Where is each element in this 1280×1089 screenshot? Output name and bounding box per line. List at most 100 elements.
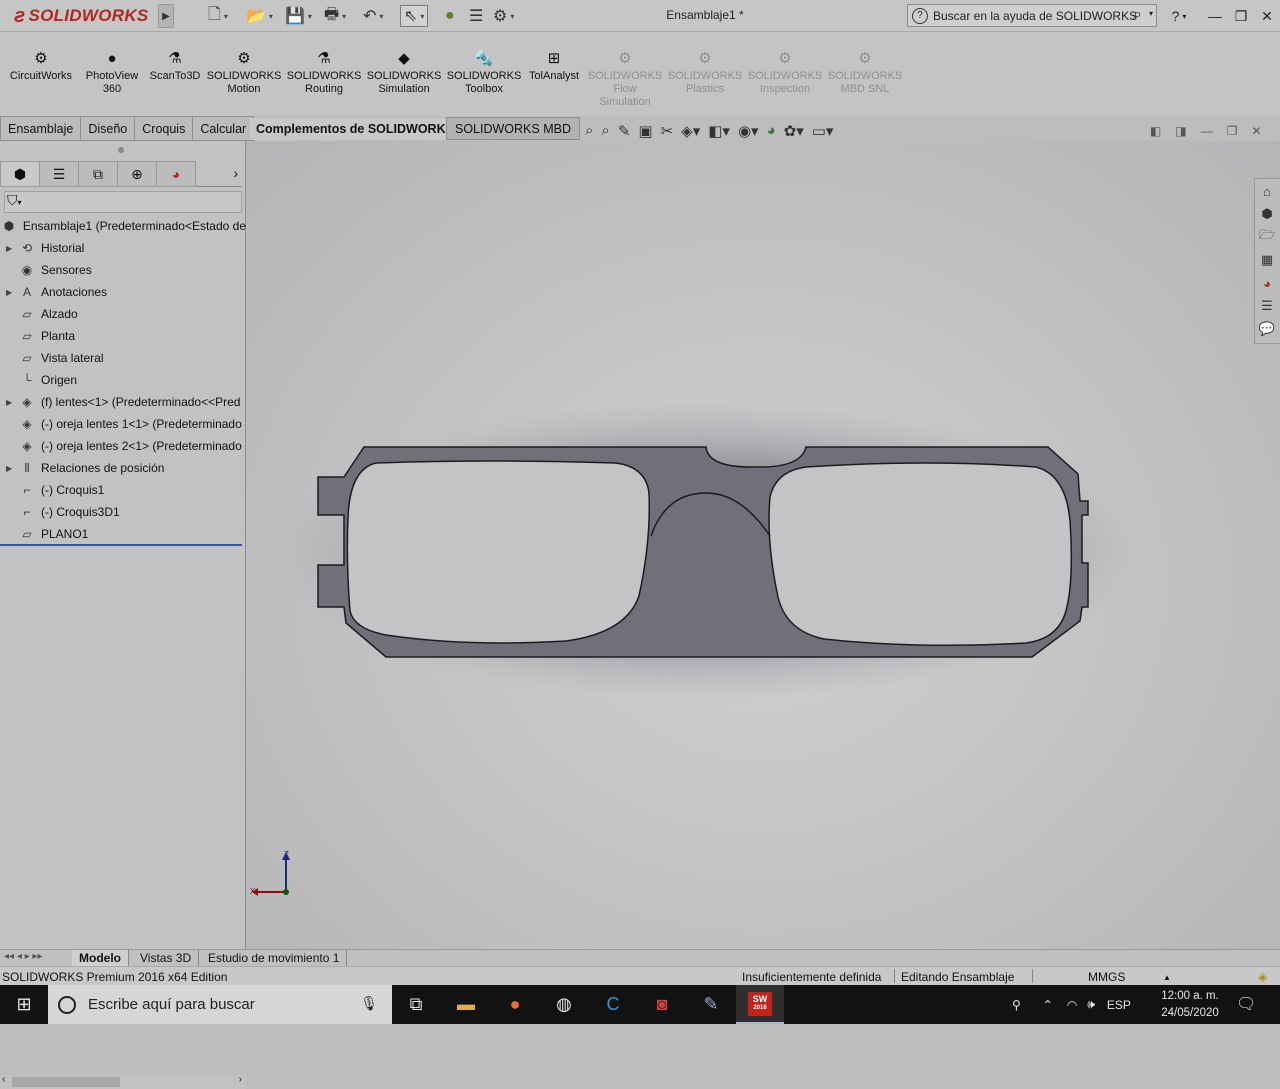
ccleaner-icon[interactable]: C [589, 985, 637, 1024]
graphics-area[interactable] [246, 141, 1280, 949]
file-explorer-icon[interactable]: 🗁 [1255, 226, 1279, 248]
tree-item[interactable]: ⬢ Ensamblaje1 (Predeterminado<Estado de [0, 215, 246, 237]
tab-estudio-movimiento[interactable]: Estudio de movimiento 1 [201, 950, 348, 966]
filter-icon[interactable]: ⛉▾ [4, 191, 242, 213]
undo-icon[interactable]: ↶ ▾ [363, 5, 383, 27]
expand-arrow-icon[interactable]: ▶ [6, 288, 18, 297]
expand-arrow-icon[interactable]: ▶ [6, 464, 18, 473]
property-manager-tab-icon[interactable]: ☰ [39, 161, 79, 187]
windows-start-icon[interactable]: ⊞ [0, 985, 48, 1024]
tree-item[interactable]: ▱ Alzado [0, 303, 246, 325]
tray-chevron-up-icon[interactable]: ⌃ [1043, 998, 1053, 1012]
tree-item[interactable]: ▶ A Anotaciones [0, 281, 246, 303]
cmd-plastics-button[interactable]: ⚙ SOLIDWORKS Plastics [668, 48, 743, 128]
forum-icon[interactable]: 💬 [1255, 318, 1279, 340]
wifi-icon[interactable]: ◠ [1067, 998, 1077, 1012]
tree-item[interactable]: ▱ Vista lateral [0, 347, 246, 369]
horizontal-scrollbar[interactable]: ‹ › [0, 1074, 246, 1089]
viewport-close-button[interactable]: ✕ [1251, 124, 1261, 138]
tab-nav-icon[interactable]: ◂◂ ◂ ▸ ▸▸ [4, 951, 42, 962]
cmd-toolbox-button[interactable]: 🔩 SOLIDWORKS Toolbox [447, 48, 522, 128]
scrollbar-thumb[interactable] [12, 1077, 120, 1087]
cmd-tolanalyst-button[interactable]: ⊞ TolAnalyst [529, 48, 579, 128]
print-icon[interactable]: 🖶 ▾ [324, 5, 346, 27]
language-indicator[interactable]: ESP [1107, 998, 1131, 1012]
viewport-minimize-button[interactable]: — [1201, 124, 1213, 138]
tab-vistas-3d[interactable]: Vistas 3D [133, 950, 200, 966]
search-icon[interactable]: ⌕ [1133, 6, 1142, 24]
expand-arrow-icon[interactable]: ▶ [6, 244, 18, 253]
tab-croquis[interactable]: Croquis [134, 116, 194, 141]
chevron-right-icon[interactable]: › [233, 165, 238, 181]
task-view-icon[interactable]: ⧉ [392, 985, 440, 1024]
notifications-icon[interactable]: 🗨 [1236, 994, 1256, 1014]
dimxpert-tab-icon[interactable]: ⊕ [117, 161, 157, 187]
people-icon[interactable]: ⚲ [1012, 998, 1021, 1012]
design-library-icon[interactable]: ⬢ [1255, 203, 1279, 225]
chevron-up-icon[interactable]: ▲ [1163, 969, 1171, 985]
expand-arrow-icon[interactable]: ▶ [6, 398, 18, 407]
firefox-icon[interactable]: ● [491, 985, 539, 1024]
display-manager-tab-icon[interactable]: ◕ [156, 161, 196, 187]
solidworks-logo[interactable]: ƨ SOLIDWORKS [0, 0, 158, 32]
configuration-manager-tab-icon[interactable]: ⧉ [78, 161, 118, 187]
view-palette-icon[interactable]: ▦ [1255, 249, 1279, 271]
units-selector[interactable]: MMGS [1088, 969, 1125, 985]
select-icon[interactable]: ⇖ ▾ [400, 5, 429, 27]
tree-item[interactable]: └ Origen [0, 369, 246, 391]
properties-icon[interactable]: ☰ [469, 5, 483, 27]
tab-calcular[interactable]: Calcular [192, 116, 255, 141]
tree-item[interactable]: ⌐ (-) Croquis3D1 [0, 501, 246, 523]
tab-diseno[interactable]: Diseño [80, 116, 136, 141]
minimize-button[interactable]: — [1204, 6, 1226, 26]
rollback-bar[interactable] [0, 544, 242, 546]
new-icon[interactable]: 🗋 ▾ [208, 5, 228, 27]
cmd-flow-button[interactable]: ⚙ SOLIDWORKS Flow Simulation [588, 48, 663, 128]
menu-expand-button[interactable]: ▶ [158, 4, 174, 28]
taskbar-search-input[interactable]: Escribe aquí para buscar 🎙 [48, 985, 392, 1024]
tree-item[interactable]: ▶ ◈ (f) lentes<1> (Predeterminado<<Pred [0, 391, 246, 413]
open-icon[interactable]: 📂 ▾ [246, 5, 273, 27]
close-button[interactable]: ✕ [1256, 6, 1278, 26]
app-icon[interactable]: ◙ [638, 985, 686, 1024]
clock[interactable]: 12:00 a. m. 24/05/2020 [1150, 988, 1230, 1022]
tree-item[interactable]: ◈ (-) oreja lentes 2<1> (Predeterminado [0, 435, 246, 457]
tree-item[interactable]: ◉ Sensores [0, 259, 246, 281]
tree-item[interactable]: ▱ PLANO1 [0, 523, 246, 545]
tree-item[interactable]: ⌐ (-) Croquis1 [0, 479, 246, 501]
rebuild-tag-icon[interactable]: ◈ [1258, 969, 1267, 985]
restore-button[interactable]: ❐ [1230, 6, 1252, 26]
tab-ensamblaje[interactable]: Ensamblaje [0, 116, 82, 141]
help-search-input[interactable]: ? Buscar en la ayuda de SOLIDWORKS ⌕ ▾ [907, 4, 1157, 27]
tree-item[interactable]: ▶ ⟲ Historial [0, 237, 246, 259]
cmd-simulation-button[interactable]: ◆ SOLIDWORKS Simulation [367, 48, 442, 128]
home-icon[interactable]: ⌂ [1255, 180, 1279, 202]
appearances-icon[interactable]: ◕ [1255, 272, 1279, 294]
viewport-restore-button[interactable]: ❐ [1227, 124, 1238, 138]
cmd-inspection-button[interactable]: ⚙ SOLIDWORKS Inspection [748, 48, 823, 128]
scroll-right-icon[interactable]: › [239, 1074, 242, 1085]
help-menu-icon[interactable]: ? ▾ [1168, 6, 1190, 26]
microphone-icon[interactable]: 🎙 [360, 995, 378, 1012]
scroll-left-icon[interactable]: ‹ [2, 1074, 5, 1085]
file-explorer-taskbar-icon[interactable]: ▬ [442, 985, 490, 1024]
tree-item[interactable]: ▱ Planta [0, 325, 246, 347]
options-icon[interactable]: ⚙ ▾ [493, 5, 514, 27]
traffic-light-icon[interactable]: ● [445, 5, 455, 27]
steam-icon[interactable]: ◍ [540, 985, 588, 1024]
tab-modelo[interactable]: Modelo [72, 950, 129, 966]
chevron-down-icon[interactable]: ▾ [1149, 9, 1153, 18]
volume-icon[interactable]: 🕪 [1087, 997, 1095, 1012]
feature-tree-tab-icon[interactable]: ⬢ [0, 161, 40, 187]
tab-solidworks-mbd[interactable]: SOLIDWORKS MBD [446, 117, 580, 140]
tab-complementos[interactable]: Complementos de SOLIDWORKS [250, 118, 460, 140]
glasses-model[interactable] [246, 141, 1280, 949]
split-right-icon[interactable]: ◨ [1175, 124, 1186, 138]
tree-item[interactable]: ◈ (-) oreja lentes 1<1> (Predeterminado [0, 413, 246, 435]
tree-item[interactable]: ▶ ⫴ Relaciones de posición [0, 457, 246, 479]
cmd-mbd-snl-button[interactable]: ⚙ SOLIDWORKS MBD SNL [828, 48, 903, 128]
custom-properties-icon[interactable]: ☰ [1255, 295, 1279, 317]
solidworks-taskbar-icon[interactable]: SW 2016 [736, 985, 784, 1024]
paint-icon[interactable]: ✎ [687, 985, 735, 1024]
split-left-icon[interactable]: ◧ [1150, 124, 1161, 138]
